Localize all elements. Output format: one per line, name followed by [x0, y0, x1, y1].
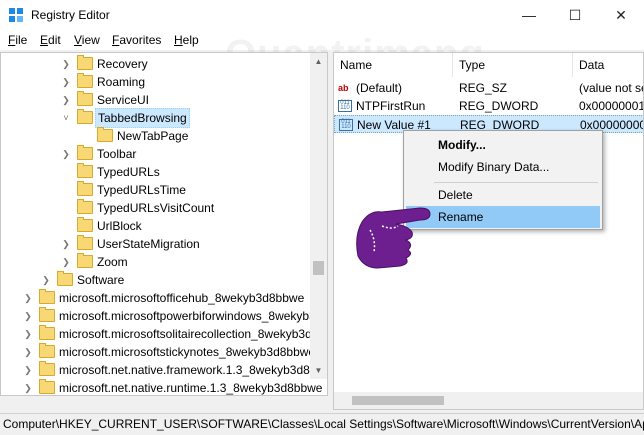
- tree-node-label: TypedURLs: [97, 165, 160, 179]
- value-row[interactable]: 011 110 NTPFirstRun REG_DWORD 0x00000001: [334, 97, 644, 115]
- expand-arrow-icon[interactable]: ❯: [61, 91, 71, 109]
- expand-arrow-icon[interactable]: ❯: [23, 307, 33, 325]
- tree-node-label: ServiceUI: [97, 93, 150, 107]
- menu-help[interactable]: Help: [174, 33, 199, 47]
- tree-node-label: microsoft.net.native.framework.1.3_8weky…: [59, 363, 328, 377]
- tree-node-label: UrlBlock: [97, 219, 142, 233]
- value-type: REG_SZ: [459, 81, 508, 95]
- folder-icon: [77, 73, 93, 88]
- expand-arrow-icon[interactable]: ❯: [23, 379, 33, 395]
- scroll-up-icon[interactable]: ▲: [310, 53, 327, 70]
- expand-arrow-icon[interactable]: ❯: [23, 343, 33, 361]
- folder-icon: [77, 235, 93, 250]
- tree-vertical-scrollbar[interactable]: ▲ ▼: [310, 53, 327, 379]
- expand-arrow-icon[interactable]: ❯: [61, 55, 71, 73]
- binary-value-icon: 011 110: [339, 119, 353, 131]
- folder-icon: [39, 325, 55, 340]
- folder-open-icon: [77, 109, 93, 124]
- value-data: (value not set): [579, 81, 643, 95]
- tree-node-label: microsoft.microsoftstickynotes_8wekyb3d8…: [59, 345, 316, 359]
- value-data: 0x00000001: [579, 99, 644, 113]
- registry-tree[interactable]: ❯ Recovery ❯ Roaming ❯ ServiceUI ˅ Tabbe…: [0, 52, 328, 396]
- window-title: Registry Editor: [31, 8, 110, 22]
- pointing-hand-icon: [356, 207, 431, 269]
- folder-icon: [77, 145, 93, 160]
- folder-icon: [77, 217, 93, 232]
- expand-arrow-icon[interactable]: ❯: [61, 73, 71, 91]
- registry-editor-icon: [9, 8, 23, 22]
- folder-icon: [77, 181, 93, 196]
- folder-icon: [97, 127, 113, 142]
- tree-node-label: NewTabPage: [117, 129, 189, 143]
- expand-arrow-icon[interactable]: ❯: [41, 271, 51, 289]
- expand-arrow-icon[interactable]: ❯: [61, 145, 71, 163]
- folder-icon: [39, 307, 55, 322]
- tree-node-label: microsoft.microsoftofficehub_8wekyb3d8bb…: [59, 291, 305, 305]
- scroll-thumb[interactable]: [352, 396, 444, 405]
- title-bar: Registry Editor — ☐ ✕: [0, 0, 644, 30]
- menu-view[interactable]: View: [74, 33, 100, 47]
- tree-node-label: microsoft.net.native.runtime.1.3_8wekyb3…: [59, 381, 323, 395]
- folder-icon: [77, 91, 93, 106]
- folder-icon: [57, 271, 73, 286]
- tree-node-label: Toolbar: [97, 147, 137, 161]
- tree-node-label: Zoom: [97, 255, 128, 269]
- tree-node-label: TabbedBrowsing: [95, 108, 190, 128]
- column-header-data[interactable]: Data: [573, 53, 643, 77]
- close-button[interactable]: ✕: [598, 0, 644, 30]
- value-name: (Default): [356, 81, 403, 95]
- tree-node-label: TypedURLsVisitCount: [97, 201, 215, 215]
- binary-value-icon: 011 110: [338, 100, 352, 112]
- column-header-name[interactable]: Name: [334, 53, 453, 77]
- menu-file[interactable]: File: [8, 33, 27, 47]
- tree-node-label: Software: [77, 273, 125, 287]
- maximize-button[interactable]: ☐: [552, 0, 598, 30]
- expand-arrow-icon[interactable]: ❯: [23, 325, 33, 343]
- tree-node-label: microsoft.microsoftpowerbiforwindows_8we…: [59, 309, 328, 323]
- menu-separator: [434, 182, 598, 183]
- value-row[interactable]: ab (Default) REG_SZ (value not set): [334, 79, 643, 97]
- scroll-thumb[interactable]: [313, 261, 324, 275]
- folder-icon: [39, 343, 55, 358]
- tree-node-label: UserStateMigration: [97, 237, 200, 251]
- value-type: REG_DWORD: [459, 99, 539, 113]
- folder-icon: [39, 361, 55, 376]
- scroll-down-icon[interactable]: ▼: [310, 362, 327, 379]
- folder-icon: [77, 253, 93, 268]
- list-horizontal-scrollbar[interactable]: [334, 392, 643, 409]
- menu-edit[interactable]: Edit: [40, 33, 61, 47]
- menu-favorites[interactable]: Favorites: [112, 33, 161, 47]
- tree-node-label: Roaming: [97, 75, 146, 89]
- string-value-icon: ab: [338, 83, 349, 93]
- tree-node-label: microsoft.microsoftsolitairecollection_8…: [59, 327, 328, 341]
- column-header-type[interactable]: Type: [453, 53, 573, 77]
- folder-icon: [39, 289, 55, 304]
- folder-icon: [39, 379, 55, 394]
- tree-node-label: TypedURLsTime: [97, 183, 186, 197]
- menu-item-modify-binary[interactable]: Modify Binary Data...: [406, 156, 600, 178]
- expand-arrow-icon[interactable]: ❯: [23, 289, 33, 307]
- expand-arrow-icon[interactable]: ❯: [61, 235, 71, 253]
- collapse-arrow-icon[interactable]: ˅: [61, 109, 71, 127]
- minimize-button[interactable]: —: [506, 0, 552, 30]
- menu-item-modify[interactable]: Modify...: [406, 134, 600, 156]
- folder-icon: [77, 55, 93, 70]
- folder-icon: [77, 199, 93, 214]
- value-name: NTPFirstRun: [356, 99, 426, 113]
- expand-arrow-icon[interactable]: ❯: [23, 361, 33, 379]
- tree-node-label: Recovery: [97, 57, 148, 71]
- expand-arrow-icon[interactable]: ❯: [61, 253, 71, 271]
- status-bar-path: Computer\HKEY_CURRENT_USER\SOFTWARE\Clas…: [0, 413, 644, 435]
- folder-icon: [77, 163, 93, 178]
